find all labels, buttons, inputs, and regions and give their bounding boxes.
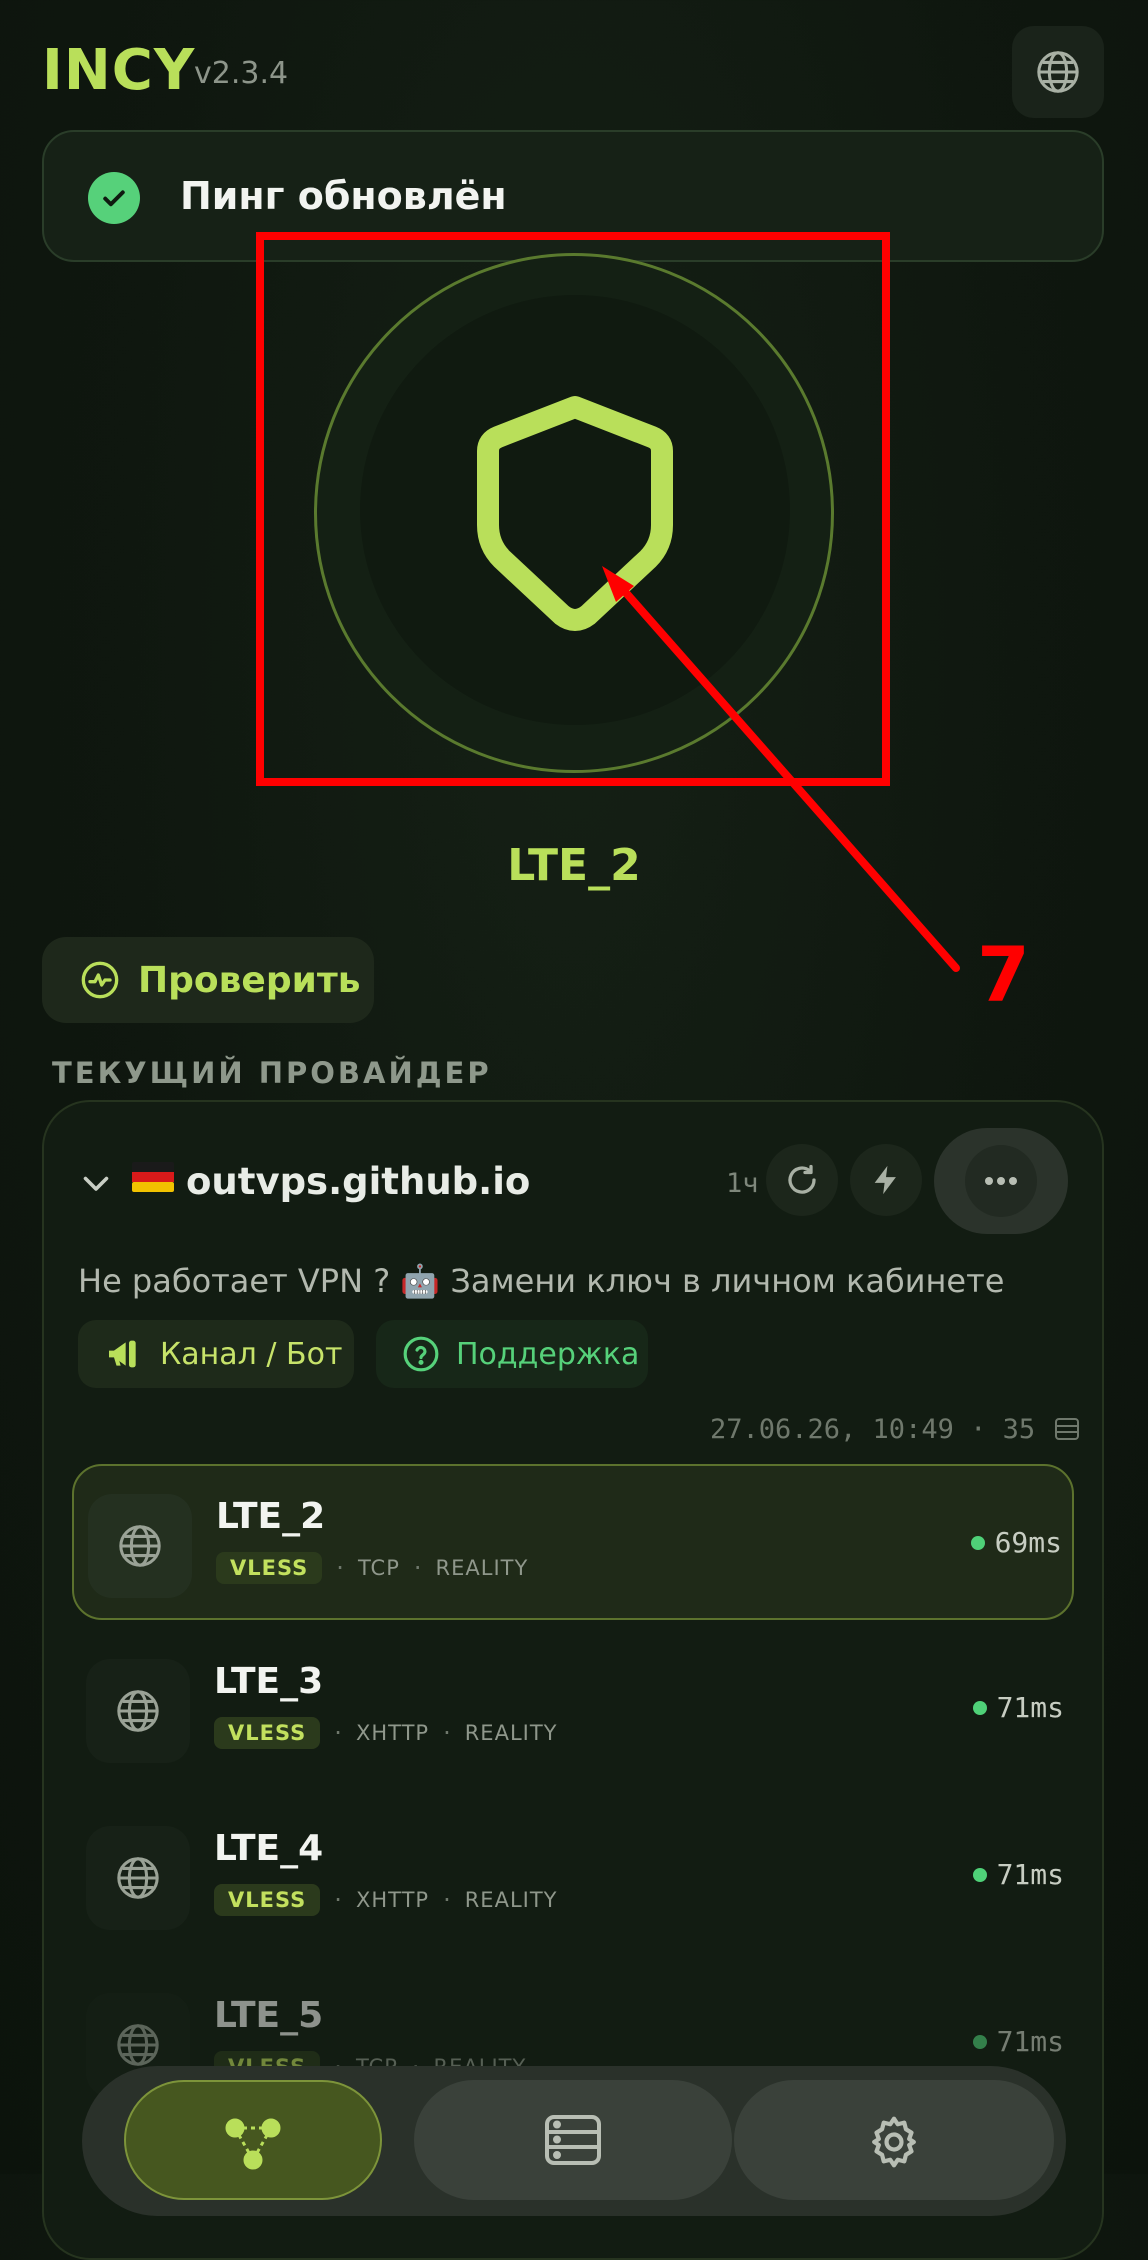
annotation-number: 7 xyxy=(977,930,1030,1019)
channel-bot-label: Канал / Бот xyxy=(160,1336,343,1372)
germany-flag-icon xyxy=(132,1162,174,1192)
selected-server-name: LTE_2 xyxy=(507,840,641,891)
check-button[interactable]: Проверить xyxy=(42,937,374,1023)
server-row-lte-4[interactable]: LTE_4 VLESS · XHTTP · REALITY 71ms xyxy=(72,1798,1074,1954)
gear-icon xyxy=(872,2116,916,2168)
refresh-icon xyxy=(788,1164,816,1194)
speedtest-button[interactable] xyxy=(850,1144,922,1216)
chevron-down-icon[interactable] xyxy=(78,1165,114,1201)
channel-bot-button[interactable]: Канал / Бот xyxy=(78,1320,354,1388)
provider-name: outvps.github.io xyxy=(186,1160,531,1203)
server-name: LTE_5 xyxy=(214,1995,324,2036)
provider-meta: 27.06.26, 10:49 · 35 xyxy=(710,1414,1080,1445)
transport-label: XHTTP xyxy=(355,1721,430,1745)
globe-icon xyxy=(1037,51,1079,93)
toast-text: Пинг обновлён xyxy=(180,174,507,218)
more-horizontal-icon xyxy=(985,1177,1017,1185)
status-dot xyxy=(972,2034,987,2049)
nav-tab-servers[interactable] xyxy=(414,2080,732,2200)
globe-icon xyxy=(117,1690,159,1732)
protocol-badge: VLESS xyxy=(216,1552,323,1584)
ping-value: 69ms xyxy=(994,1526,1062,1559)
protocol-badge: VLESS xyxy=(214,1884,321,1916)
transport-label: XHTTP xyxy=(355,1888,430,1912)
refresh-button[interactable] xyxy=(766,1144,838,1216)
app-version: v2.3.4 xyxy=(194,56,289,91)
update-interval: 1ч xyxy=(726,1168,759,1199)
support-label: Поддержка xyxy=(456,1336,640,1372)
transport-label: TCP xyxy=(357,1556,400,1580)
server-name: LTE_3 xyxy=(214,1661,324,1702)
help-circle-icon xyxy=(403,1336,439,1372)
globe-icon xyxy=(117,2024,159,2066)
ping-value: 71ms xyxy=(996,1858,1064,1891)
ping-value: 71ms xyxy=(996,2025,1064,2058)
server-stack-icon xyxy=(545,2115,601,2165)
status-dot xyxy=(972,1867,987,1882)
server-list-icon xyxy=(1055,1418,1080,1440)
server-name: LTE_2 xyxy=(216,1496,326,1537)
globe-icon xyxy=(119,1525,161,1567)
check-button-label: Проверить xyxy=(138,959,361,1001)
status-dot xyxy=(970,1535,985,1550)
annotation-box xyxy=(256,232,890,786)
megaphone-icon xyxy=(109,1340,136,1368)
globe-icon xyxy=(117,1857,159,1899)
app-brand: INCY xyxy=(42,38,196,103)
pulse-circle-icon xyxy=(81,961,119,999)
security-label: REALITY xyxy=(464,1721,558,1745)
more-options-button[interactable] xyxy=(934,1128,1068,1234)
support-button[interactable]: Поддержка xyxy=(376,1320,648,1388)
section-heading: ТЕКУЩИЙ ПРОВАЙДЕР xyxy=(52,1056,492,1090)
protocol-badge: VLESS xyxy=(214,1717,321,1749)
security-label: REALITY xyxy=(435,1556,529,1580)
lightning-icon xyxy=(874,1165,896,1195)
server-row-lte-2[interactable]: LTE_2 VLESS · TCP · REALITY 69ms xyxy=(72,1464,1074,1620)
server-row-lte-3[interactable]: LTE_3 VLESS · XHTTP · REALITY 71ms xyxy=(72,1631,1074,1787)
status-dot xyxy=(972,1700,987,1715)
nav-tab-settings[interactable] xyxy=(734,2080,1054,2200)
last-updated: 27.06.26, 10:49 · 35 xyxy=(710,1414,1036,1445)
ping-value: 71ms xyxy=(996,1691,1064,1724)
nodes-icon xyxy=(225,2118,281,2170)
language-button[interactable] xyxy=(1012,26,1104,118)
nav-tab-connection[interactable] xyxy=(124,2080,382,2200)
provider-notice: Не работает VPN ? 🤖 Замени ключ в личном… xyxy=(78,1262,1005,1300)
server-name: LTE_4 xyxy=(214,1828,324,1869)
security-label: REALITY xyxy=(464,1888,558,1912)
check-circle-icon xyxy=(88,172,140,224)
